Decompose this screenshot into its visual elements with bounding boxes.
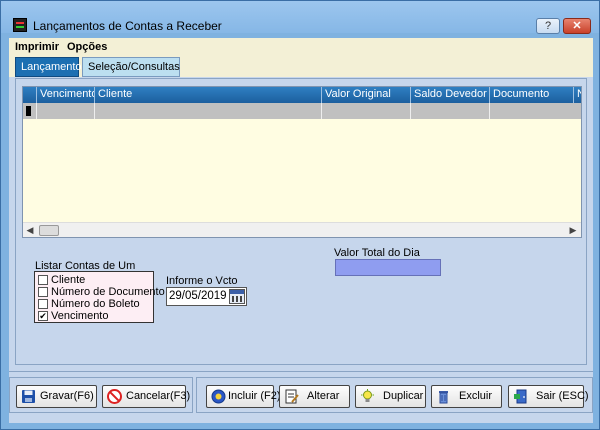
scroll-thumb[interactable]: [39, 225, 59, 236]
help-button[interactable]: ?: [536, 18, 560, 34]
tab-lancamentos[interactable]: Lançamentos: [15, 57, 87, 77]
exit-door-icon: [514, 389, 527, 404]
add-icon: [211, 389, 226, 404]
title-bar[interactable]: Lançamentos de Contas a Receber ? ✕: [1, 1, 599, 34]
excluir-button[interactable]: Excluir: [431, 385, 502, 408]
floppy-disk-icon: [22, 390, 35, 403]
cell-saldo-devedor[interactable]: [410, 103, 489, 119]
menu-bar: Imprimir Opções: [9, 38, 593, 57]
incluir-button[interactable]: Incluir (F2): [206, 385, 281, 408]
client-area: Imprimir Opções Lançamentos Seleção/Cons…: [9, 38, 593, 423]
checkbox-cliente[interactable]: [38, 275, 48, 285]
checkbox-numero-documento[interactable]: [38, 287, 48, 297]
gravar-button[interactable]: Gravar(F6): [16, 385, 97, 408]
scroll-right-icon[interactable]: ▶: [568, 225, 578, 236]
close-button[interactable]: ✕: [563, 18, 591, 34]
actions-group: Incluir (F2) Alterar Duplicar Excluir Sa…: [196, 377, 593, 413]
app-icon: [13, 18, 27, 32]
vcto-date-value[interactable]: 29/05/2019: [169, 290, 227, 302]
cell-cliente[interactable]: [94, 103, 321, 119]
column-cliente[interactable]: Cliente: [94, 87, 321, 103]
save-cancel-group: Gravar(F6) Cancelar(F3): [9, 377, 193, 413]
vcto-date-field[interactable]: 29/05/2019: [166, 287, 247, 306]
current-row-marker: [26, 106, 31, 116]
accounts-grid[interactable]: Vencimento Cliente Valor Original Saldo …: [22, 86, 582, 238]
cell-documento[interactable]: [489, 103, 573, 119]
trash-icon: [439, 391, 448, 404]
alterar-button[interactable]: Alterar: [279, 385, 350, 408]
total-value-box: [335, 259, 441, 276]
edit-document-icon: [285, 389, 299, 404]
tab-strip: Lançamentos Seleção/Consultas: [9, 57, 593, 77]
grid-header: Vencimento Cliente Valor Original Saldo …: [23, 87, 581, 103]
window-title: Lançamentos de Contas a Receber: [33, 19, 222, 33]
lightbulb-icon: [361, 389, 374, 402]
option-label: Número de Documento: [51, 286, 165, 298]
list-filter-box: Cliente Número de Documento Número do Bo…: [34, 271, 165, 323]
column-vencimento[interactable]: Vencimento: [36, 87, 94, 103]
cancelar-button[interactable]: Cancelar(F3): [102, 385, 190, 408]
sair-button[interactable]: Sair (ESC): [508, 385, 589, 408]
cell-valor-original[interactable]: [321, 103, 410, 119]
calendar-icon[interactable]: [229, 289, 245, 304]
checkbox-numero-boleto[interactable]: [38, 299, 48, 309]
checkbox-vencimento[interactable]: ✔: [38, 311, 48, 321]
table-row[interactable]: [23, 103, 581, 119]
button-bar: Gravar(F6) Cancelar(F3) Incluir (F2) Alt…: [9, 371, 593, 421]
scroll-left-icon[interactable]: ◀: [25, 225, 35, 236]
column-saldo-devedor[interactable]: Saldo Devedor: [410, 87, 489, 103]
option-label: Cliente: [51, 274, 86, 286]
option-label: Número do Boleto: [51, 298, 140, 310]
vcto-label: Informe o Vcto: [166, 275, 238, 287]
tab-selecao-consultas[interactable]: Seleção/Consultas: [82, 57, 180, 77]
option-label: Vencimento: [51, 310, 109, 322]
column-documento[interactable]: Documento: [489, 87, 573, 103]
cell-vencimento[interactable]: [36, 103, 94, 119]
horizontal-scrollbar[interactable]: ◀ ▶: [23, 222, 581, 237]
menu-item-opcoes[interactable]: Opções: [67, 41, 107, 53]
grid-header-indicator: [23, 87, 36, 103]
lancamentos-panel: Vencimento Cliente Valor Original Saldo …: [15, 78, 587, 365]
main-window: Lançamentos de Contas a Receber ? ✕ Impr…: [0, 0, 600, 430]
duplicar-button[interactable]: Duplicar: [355, 385, 426, 408]
cancel-icon: [107, 389, 122, 404]
column-valor-original[interactable]: Valor Original: [321, 87, 410, 103]
total-label: Valor Total do Dia: [334, 247, 420, 259]
menu-item-imprimir[interactable]: Imprimir: [15, 41, 59, 53]
column-numero[interactable]: Nº: [573, 87, 581, 103]
